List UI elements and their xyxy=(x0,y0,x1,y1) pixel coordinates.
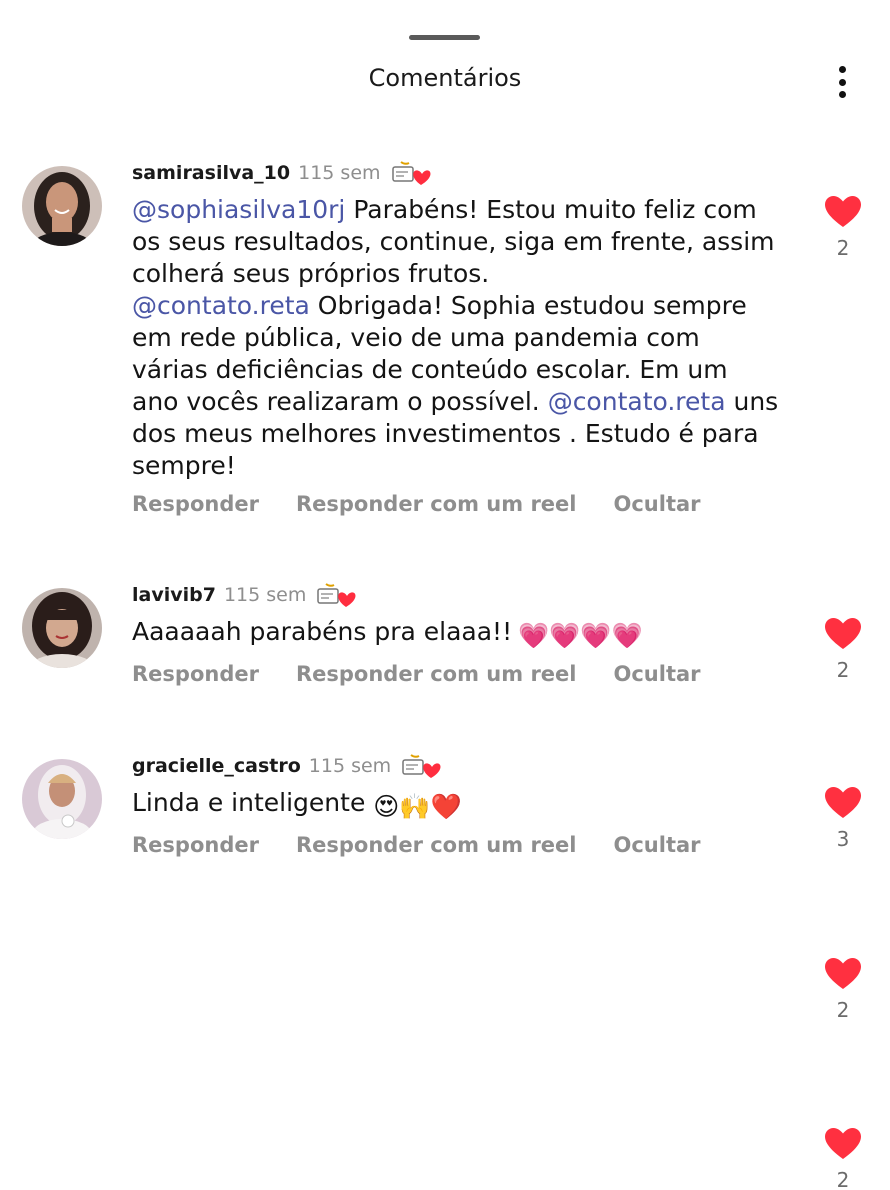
like-button[interactable]: 2 xyxy=(823,196,863,260)
like-button[interactable]: 3 xyxy=(823,787,863,851)
celebration-heart-icon xyxy=(402,754,441,778)
more-dot xyxy=(838,78,846,86)
heart-icon xyxy=(825,618,861,649)
comment-text: @sophiasilva10rj Parabéns! Estou muito f… xyxy=(132,194,782,482)
mention-link[interactable]: @sophiasilva10rj xyxy=(132,195,345,224)
timestamp: 115 sem xyxy=(223,584,307,606)
heart-icon xyxy=(825,1128,861,1159)
comments-sheet: Comentários samirasilva_10 115 sem @soph… xyxy=(0,0,890,1190)
comment-body: gracielle_castro 115 sem Linda e intelig… xyxy=(132,751,782,857)
hide-button[interactable]: Ocultar xyxy=(614,662,701,686)
reply-with-reel-button[interactable]: Responder com um reel xyxy=(296,492,577,516)
like-count: 2 xyxy=(836,658,850,682)
hide-button[interactable]: Ocultar xyxy=(614,492,701,516)
like-count: 2 xyxy=(836,1168,850,1190)
reply-button[interactable]: Responder xyxy=(132,662,259,686)
heart-icon xyxy=(825,787,861,818)
like-count: 3 xyxy=(836,827,850,851)
reply-with-reel-button[interactable]: Responder com um reel xyxy=(296,833,577,857)
mention-link[interactable]: @contato.reta xyxy=(132,291,310,320)
mention-link[interactable]: @contato.reta xyxy=(548,387,726,416)
reply-with-reel-button[interactable]: Responder com um reel xyxy=(296,662,577,686)
celebration-heart-icon xyxy=(317,583,356,607)
comment-text: Linda e inteligente 😍🙌❤️ xyxy=(132,787,782,823)
comment-text: Aaaaaah parabéns pra elaaa!! 💗💗💗💗 xyxy=(132,616,782,652)
comment-text-segment: Linda e inteligente xyxy=(132,788,366,817)
more-options-button[interactable] xyxy=(826,62,858,102)
like-button[interactable]: 2 xyxy=(823,958,863,1022)
comment-text-segment: Aaaaaah parabéns pra elaaa!! xyxy=(132,617,513,646)
emoji-reactions: 😍🙌❤️ xyxy=(373,792,462,821)
comment-body: lavivib7 115 sem Aaaaaah parabéns pra el… xyxy=(132,580,782,686)
timestamp: 115 sem xyxy=(308,755,392,777)
comment-body: samirasilva_10 115 sem @sophiasilva10rj … xyxy=(132,158,782,516)
heart-icon xyxy=(825,958,861,989)
sheet-title: Comentários xyxy=(368,64,522,92)
celebration-heart-icon xyxy=(391,161,431,185)
hide-button[interactable]: Ocultar xyxy=(614,833,701,857)
like-button[interactable]: 2 xyxy=(823,618,863,682)
heart-icon xyxy=(825,196,861,227)
more-vertical-icon xyxy=(838,66,846,73)
drag-handle[interactable] xyxy=(409,35,480,40)
like-count: 2 xyxy=(836,998,850,1022)
more-dot xyxy=(838,91,846,98)
like-count: 2 xyxy=(836,236,850,260)
reply-button[interactable]: Responder xyxy=(132,833,259,857)
timestamp: 115 sem xyxy=(298,162,381,184)
username[interactable]: lavivib7 xyxy=(132,584,216,606)
username[interactable]: gracielle_castro xyxy=(132,755,301,777)
avatar[interactable] xyxy=(22,759,102,839)
like-button[interactable]: 2 xyxy=(823,1128,863,1190)
avatar[interactable] xyxy=(22,166,102,246)
reply-button[interactable]: Responder xyxy=(132,492,259,516)
username[interactable]: samirasilva_10 xyxy=(132,162,290,184)
avatar[interactable] xyxy=(22,588,102,668)
emoji-hearts: 💗💗💗💗 xyxy=(518,621,643,650)
